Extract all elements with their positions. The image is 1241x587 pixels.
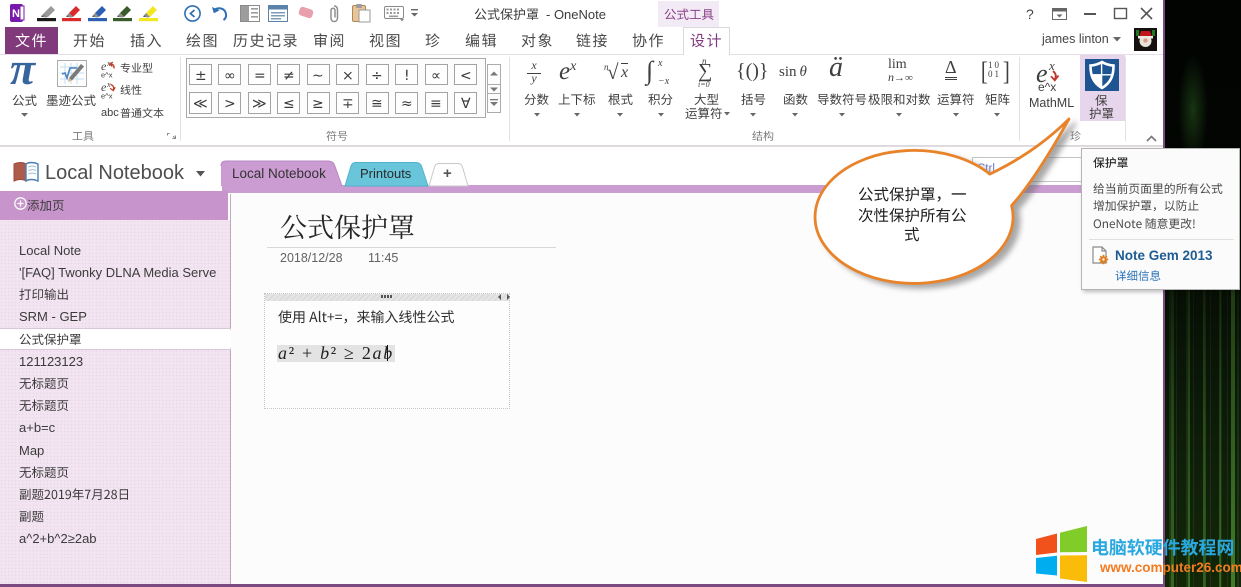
svg-text:x: x: [106, 80, 111, 89]
svg-text:e^x: e^x: [101, 92, 113, 101]
svg-text:N: N: [12, 8, 20, 20]
svg-text:e^x: e^x: [101, 71, 113, 80]
